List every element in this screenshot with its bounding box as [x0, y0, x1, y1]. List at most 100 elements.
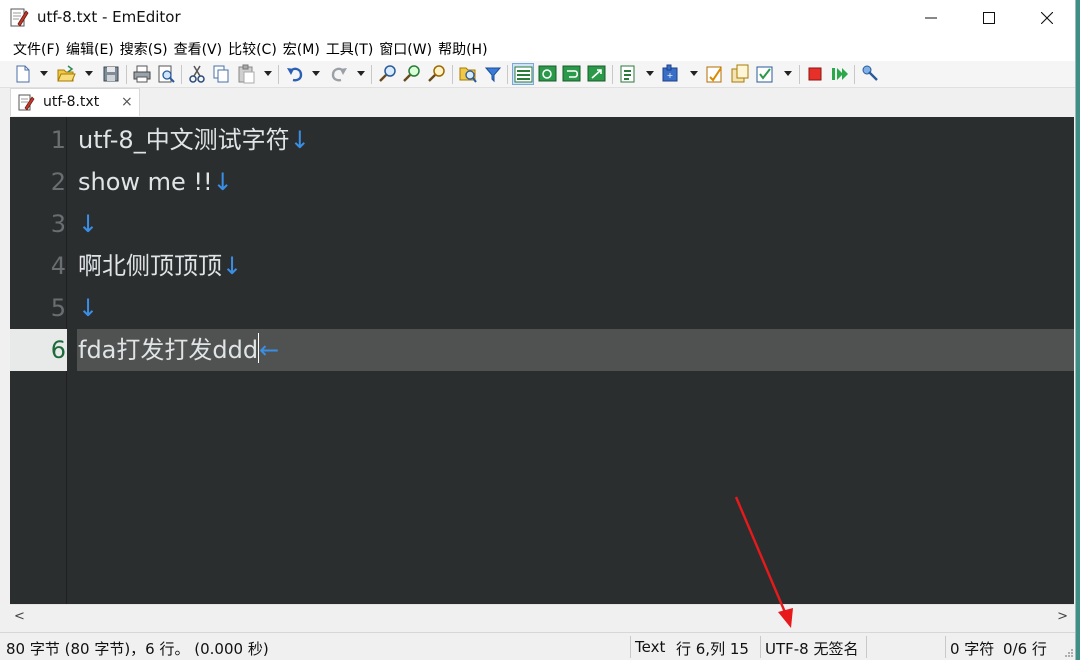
wrap-by-page-button[interactable]	[586, 63, 608, 85]
editor-line-current[interactable]: 6 fda打发打发ddd←	[10, 329, 1074, 371]
status-divider	[630, 636, 631, 658]
toolbar: +	[0, 61, 1075, 88]
properties-button[interactable]	[729, 63, 751, 85]
horizontal-scrollbar[interactable]: < >	[10, 604, 1074, 626]
paste-button[interactable]	[235, 63, 257, 85]
toolbar-separator	[371, 65, 372, 84]
app-window: utf-8.txt - EmEditor 文件(F) 编辑(E) 搜索(S) 查…	[0, 0, 1076, 660]
plugins-dropdown[interactable]	[690, 71, 698, 76]
status-cursor-position[interactable]: 行 6,列 15	[676, 638, 749, 659]
status-selected-lines: 0/6 行	[1003, 640, 1047, 658]
stop-macro-button[interactable]	[804, 63, 826, 85]
find-previous-button[interactable]	[426, 63, 448, 85]
customize-button[interactable]	[704, 63, 726, 85]
properties-icon	[731, 64, 749, 83]
customize-icon	[706, 66, 722, 83]
copy-icon	[213, 65, 229, 83]
tools-button[interactable]	[859, 63, 881, 85]
check-button[interactable]	[754, 63, 776, 85]
paste-icon	[238, 64, 255, 84]
open-button[interactable]	[55, 63, 77, 85]
menu-macro[interactable]: 宏(M)	[280, 39, 323, 59]
toolbar-separator	[507, 65, 508, 84]
filter-button[interactable]	[482, 63, 504, 85]
window-title: utf-8.txt - EmEditor	[37, 8, 181, 26]
title-bar: utf-8.txt - EmEditor	[0, 0, 1075, 36]
redo-dropdown[interactable]	[357, 71, 365, 76]
menu-help[interactable]: 帮助(H)	[435, 39, 490, 59]
find-button[interactable]	[377, 63, 399, 85]
wrap-by-window-button[interactable]	[561, 63, 583, 85]
menu-view[interactable]: 查看(V)	[171, 39, 226, 59]
toolbar-separator	[612, 65, 613, 84]
check-dropdown[interactable]	[784, 71, 792, 76]
editor-area[interactable]: 1 utf-8_中文测试字符↓ 2 show me !!↓ 3 ↓ 4 啊北侧顶…	[10, 117, 1074, 604]
new-file-dropdown[interactable]	[40, 71, 48, 76]
resize-grip-icon[interactable]	[1064, 648, 1074, 658]
wrap-window-icon	[562, 65, 581, 82]
open-folder-icon	[57, 65, 76, 82]
tab-utf-8-txt[interactable]: utf-8.txt ×	[10, 88, 140, 116]
toolbar-separator	[799, 65, 800, 84]
menu-file[interactable]: 文件(F)	[10, 39, 63, 59]
menu-compare[interactable]: 比较(C)	[225, 39, 280, 59]
status-divider	[760, 636, 761, 658]
new-file-button[interactable]	[12, 63, 34, 85]
editor-line[interactable]: 2 show me !!↓	[10, 161, 1074, 203]
maximize-button[interactable]	[960, 0, 1018, 36]
newline-marker: ↓	[78, 210, 99, 238]
paste-dropdown[interactable]	[264, 71, 272, 76]
cut-button[interactable]	[186, 63, 208, 85]
toolbar-separator	[452, 65, 453, 84]
redo-button[interactable]	[328, 63, 350, 85]
toolbar-separator	[854, 65, 855, 84]
status-bar: 80 字节 (80 字节)，6 行。 (0.000 秒) Text 行 6,列 …	[0, 632, 1075, 660]
close-window-button[interactable]	[1018, 0, 1075, 36]
configuration-button[interactable]	[617, 63, 639, 85]
copy-button[interactable]	[210, 63, 232, 85]
line-number: 1	[50, 126, 66, 154]
wrap-none-button[interactable]	[512, 63, 534, 85]
line-number: 6	[50, 336, 66, 364]
status-file-summary: 80 字节 (80 字节)，6 行。 (0.000 秒)	[6, 640, 269, 658]
menu-search[interactable]: 搜索(S)	[117, 39, 171, 59]
menu-edit[interactable]: 编辑(E)	[63, 39, 117, 59]
status-mode[interactable]: Text	[635, 638, 665, 656]
configuration-dropdown[interactable]	[646, 71, 654, 76]
status-encoding[interactable]: UTF-8 无签名	[765, 638, 859, 659]
check-icon	[756, 66, 773, 83]
line-text: fda打发打发ddd←	[78, 329, 279, 371]
toolbar-separator	[181, 65, 182, 84]
scroll-left-icon[interactable]: <	[14, 609, 25, 624]
menu-tools[interactable]: 工具(T)	[323, 39, 376, 59]
svg-text:+: +	[667, 71, 674, 80]
scroll-right-icon[interactable]: >	[1057, 609, 1068, 624]
undo-dropdown[interactable]	[312, 71, 320, 76]
print-button[interactable]	[131, 63, 153, 85]
run-macro-button[interactable]	[829, 63, 851, 85]
emeditor-app-icon	[10, 8, 29, 27]
plugins-button[interactable]: +	[660, 63, 682, 85]
menu-window[interactable]: 窗口(W)	[376, 39, 435, 59]
editor-line[interactable]: 4 啊北侧顶顶顶↓	[10, 245, 1074, 287]
filter-icon	[484, 67, 502, 83]
undo-button[interactable]	[284, 63, 306, 85]
editor-line[interactable]: 1 utf-8_中文测试字符↓	[10, 119, 1074, 161]
wrap-by-chars-button[interactable]	[537, 63, 559, 85]
minimize-icon	[925, 17, 937, 19]
find-in-files-button[interactable]	[457, 63, 479, 85]
editor-line[interactable]: 3 ↓	[10, 203, 1074, 245]
status-divider	[945, 636, 946, 658]
tab-close-icon[interactable]: ×	[121, 94, 133, 110]
tools-icon	[862, 65, 878, 81]
line-text: ↓	[78, 287, 98, 329]
open-dropdown[interactable]	[85, 71, 93, 76]
configuration-icon	[620, 65, 635, 83]
find-next-button[interactable]	[401, 63, 423, 85]
toolbar-separator	[126, 65, 127, 84]
newline-marker: ↓	[222, 252, 243, 280]
print-preview-button[interactable]	[155, 63, 177, 85]
save-button[interactable]	[100, 63, 122, 85]
minimize-button[interactable]	[902, 0, 960, 36]
editor-line[interactable]: 5 ↓	[10, 287, 1074, 329]
